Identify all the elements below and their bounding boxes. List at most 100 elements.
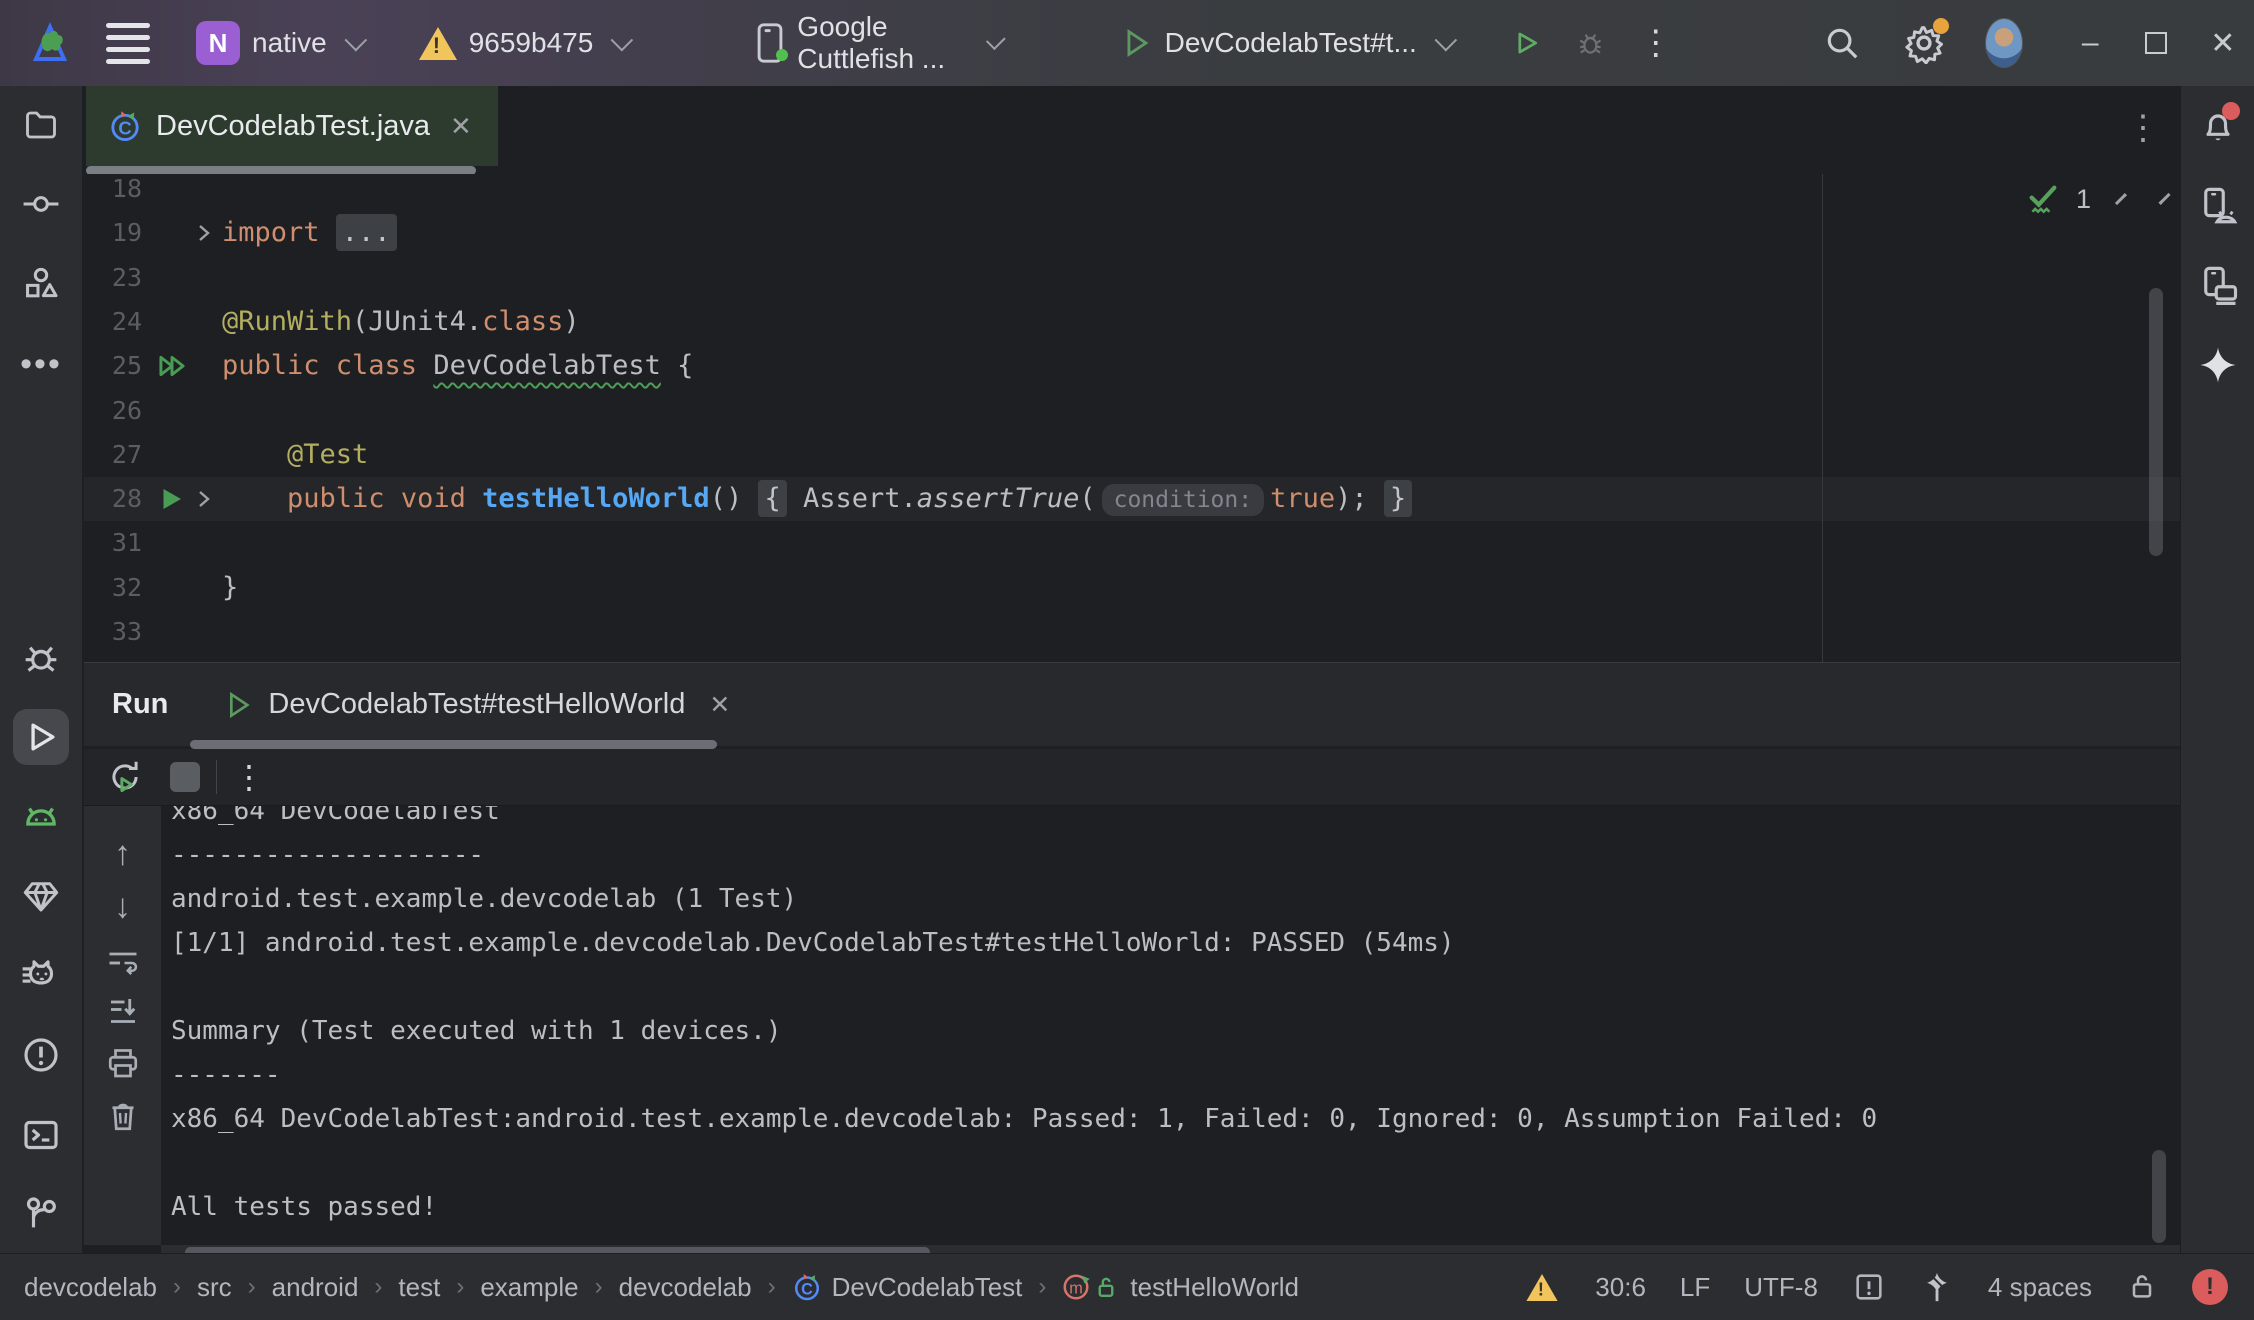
- line-number: 27: [84, 433, 142, 477]
- chevron-down-icon: [1434, 29, 1457, 52]
- readonly-toggle-icon[interactable]: [1852, 1270, 1886, 1304]
- profiler-tool-icon[interactable]: [13, 947, 69, 1003]
- run-gutter-icon[interactable]: [156, 351, 188, 381]
- chevron-down-icon: [344, 29, 367, 52]
- code-text: import ...: [222, 211, 397, 255]
- breadcrumb-item[interactable]: CDevCodelabTest: [792, 1272, 1023, 1303]
- left-tool-window-bar: •••: [0, 86, 83, 1253]
- more-tool-windows-icon[interactable]: •••: [13, 336, 69, 392]
- close-run-tab-icon[interactable]: ✕: [709, 690, 730, 720]
- line-number: 25: [84, 344, 142, 388]
- settings-button[interactable]: [1903, 22, 1945, 64]
- breadcrumb-item[interactable]: src: [197, 1272, 232, 1303]
- file-tab[interactable]: C DevCodelabTest.java ✕: [86, 86, 498, 166]
- more-actions-button[interactable]: ⋮: [1639, 23, 1673, 63]
- logcat-tool-icon[interactable]: [13, 789, 69, 845]
- clear-console-icon[interactable]: [105, 1098, 141, 1134]
- scroll-up-icon[interactable]: ↑: [114, 835, 131, 874]
- console-vscrollbar[interactable]: [2152, 1150, 2166, 1243]
- close-tab-icon[interactable]: ✕: [450, 111, 472, 142]
- code-text: }: [222, 566, 238, 610]
- project-badge-icon: N: [196, 21, 240, 65]
- breadcrumb[interactable]: devcodelab›src›android›test›example›devc…: [24, 1272, 1299, 1303]
- scroll-to-end-icon[interactable]: [105, 993, 141, 1029]
- editor-scrollbar[interactable]: [2149, 288, 2163, 556]
- run-gutter-icon[interactable]: [156, 484, 186, 514]
- caret-position[interactable]: 30:6: [1595, 1272, 1646, 1303]
- stop-button[interactable]: [170, 762, 200, 792]
- rerun-button[interactable]: [106, 758, 144, 796]
- breadcrumb-item[interactable]: mtestHelloWorld: [1062, 1272, 1299, 1303]
- line-ending[interactable]: LF: [1680, 1272, 1710, 1303]
- breadcrumb-item[interactable]: devcodelab: [24, 1272, 157, 1303]
- avatar[interactable]: [1985, 18, 2023, 68]
- commit-tool-icon[interactable]: [13, 176, 69, 232]
- main-menu-button[interactable]: [106, 23, 150, 64]
- breadcrumb-separator-icon: ›: [768, 1273, 776, 1301]
- breadcrumb-item[interactable]: test: [398, 1272, 440, 1303]
- breadcrumb-item[interactable]: devcodelab: [619, 1272, 752, 1303]
- debug-tool-icon[interactable]: [13, 630, 69, 686]
- close-window-button[interactable]: ✕: [2202, 15, 2244, 71]
- editor-line: 25public class DevCodelabTest {: [84, 344, 2180, 388]
- run-more-options-button[interactable]: ⋮: [233, 758, 265, 796]
- console-line: All tests passed!: [171, 1185, 2180, 1229]
- line-number: 24: [84, 300, 142, 344]
- print-icon[interactable]: [105, 1046, 141, 1082]
- prev-problem-icon[interactable]: [2115, 193, 2127, 205]
- minimize-button[interactable]: –: [2069, 15, 2111, 71]
- run-configuration-selector[interactable]: DevCodelabTest#t...: [1119, 26, 1451, 60]
- scroll-down-icon[interactable]: ↓: [114, 888, 131, 927]
- inspection-count: 1: [2076, 184, 2091, 215]
- app-quality-insights-tool-icon[interactable]: [13, 868, 69, 924]
- project-selector[interactable]: N native: [196, 21, 361, 65]
- debug-button[interactable]: [1576, 24, 1605, 62]
- maximize-button[interactable]: [2135, 15, 2177, 71]
- encoding[interactable]: UTF-8: [1744, 1272, 1818, 1303]
- console-toolbar: ↑ ↓: [84, 806, 161, 1245]
- soft-wrap-icon[interactable]: [105, 942, 141, 978]
- search-everywhere-button[interactable]: [1823, 24, 1861, 62]
- console-line: -------: [171, 1053, 2180, 1097]
- error-indicator[interactable]: !: [2192, 1269, 2228, 1305]
- console-line: Summary (Test executed with 1 devices.): [171, 1009, 2180, 1053]
- breadcrumb-label: test: [398, 1272, 440, 1303]
- run-panel-title: Run: [112, 688, 168, 721]
- console-output[interactable]: x86_64 DevCodelabTest-------------------…: [161, 806, 2180, 1245]
- fold-chevron-icon[interactable]: [192, 487, 216, 511]
- highlighting-level-icon[interactable]: [1920, 1270, 1954, 1304]
- tab-options-button[interactable]: ⋮: [2126, 108, 2160, 148]
- indent-setting[interactable]: 4 spaces: [1988, 1272, 2092, 1303]
- device-manager-tool-icon[interactable]: [2190, 178, 2246, 234]
- fold-chevron-icon[interactable]: [192, 221, 216, 245]
- notifications-bell-icon[interactable]: [2190, 98, 2246, 154]
- project-tool-icon[interactable]: [13, 97, 69, 153]
- run-tab[interactable]: DevCodelabTest#testHelloWorld ✕: [212, 663, 740, 746]
- structure-tool-icon[interactable]: [13, 255, 69, 311]
- code-editor[interactable]: 1819import ...2324@RunWith(JUnit4.class)…: [84, 174, 2180, 662]
- gemini-tool-icon[interactable]: [2190, 337, 2246, 393]
- editor-line: 19import ...: [84, 211, 2180, 255]
- breadcrumb-item[interactable]: android: [272, 1272, 359, 1303]
- status-warning-icon[interactable]: [1527, 1273, 1558, 1300]
- lock-toggle-icon[interactable]: [2126, 1271, 2158, 1303]
- breadcrumb-label: DevCodelabTest: [832, 1272, 1023, 1303]
- inspection-widget[interactable]: 1: [2026, 176, 2166, 222]
- branch-selector[interactable]: 9659b475: [419, 27, 628, 60]
- run-config-play-icon: [1119, 26, 1153, 60]
- breadcrumb-item[interactable]: example: [480, 1272, 578, 1303]
- run-button[interactable]: [1513, 25, 1540, 61]
- run-tab-scrollbar[interactable]: [190, 740, 717, 749]
- version-control-tool-icon[interactable]: [13, 1186, 69, 1242]
- method-icon: m: [1062, 1272, 1120, 1302]
- problems-tool-icon[interactable]: [13, 1027, 69, 1083]
- running-devices-tool-icon[interactable]: [2190, 257, 2246, 313]
- device-selector[interactable]: Google Cuttlefish ...: [755, 11, 998, 75]
- editor-line: 18: [84, 174, 2180, 211]
- terminal-tool-icon[interactable]: [13, 1107, 69, 1163]
- run-tool-icon[interactable]: [13, 709, 69, 765]
- editor-line: 27 @Test: [84, 433, 2180, 477]
- line-number: 28: [84, 477, 142, 521]
- file-tab-label: DevCodelabTest.java: [156, 110, 430, 143]
- project-name: native: [252, 27, 327, 59]
